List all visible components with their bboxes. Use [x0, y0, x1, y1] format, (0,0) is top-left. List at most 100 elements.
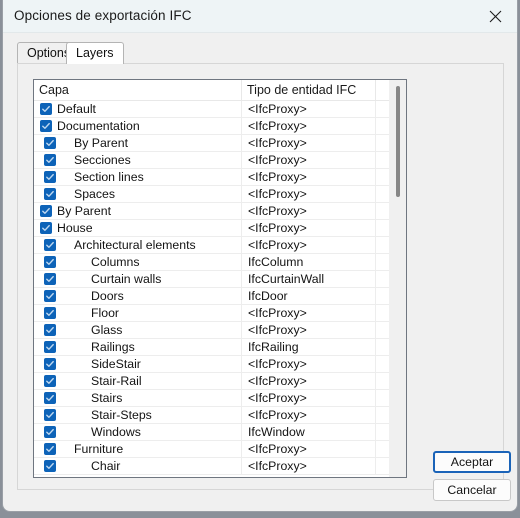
layer-checkbox[interactable]: [44, 341, 56, 353]
ifc-entity-type-cell[interactable]: <IfcProxy>: [242, 356, 376, 372]
layer-checkbox[interactable]: [44, 443, 56, 455]
table-row[interactable]: Furniture <IfcProxy>: [34, 441, 406, 458]
close-button[interactable]: [473, 0, 517, 33]
layer-checkbox[interactable]: [44, 375, 56, 387]
ifc-entity-type-cell[interactable]: <IfcProxy>: [242, 237, 376, 253]
table-row[interactable]: By Parent <IfcProxy>: [34, 135, 406, 152]
column-header-tipo-entidad-ifc[interactable]: Tipo de entidad IFC: [242, 80, 376, 100]
layer-name-label: Stair-Steps: [91, 408, 152, 422]
table-row[interactable]: Doors IfcDoor: [34, 288, 406, 305]
layer-name-label: Doors: [91, 289, 124, 303]
table-row[interactable]: House <IfcProxy>: [34, 220, 406, 237]
ifc-entity-type-cell[interactable]: <IfcProxy>: [242, 322, 376, 338]
ifc-entity-type-cell[interactable]: IfcWindow: [242, 424, 376, 440]
table-row[interactable]: Chair <IfcProxy>: [34, 458, 406, 475]
layer-name-cell: Stair-Steps: [34, 407, 242, 423]
layer-checkbox[interactable]: [40, 103, 52, 115]
layer-name-cell: Railings: [34, 339, 242, 355]
layer-checkbox[interactable]: [44, 358, 56, 370]
layer-checkbox[interactable]: [44, 324, 56, 336]
layer-checkbox[interactable]: [44, 137, 56, 149]
layer-name-cell: Section lines: [34, 169, 242, 185]
ifc-entity-type-cell[interactable]: <IfcProxy>: [242, 441, 376, 457]
layer-name-cell: House: [34, 220, 242, 236]
layer-name-label: Documentation: [57, 119, 140, 133]
layer-name-label: Furniture: [74, 442, 124, 456]
layer-name-cell: By Parent: [34, 203, 242, 219]
layers-grid-body: Default <IfcProxy> Documentation <IfcProxy>…: [34, 101, 406, 477]
layer-checkbox[interactable]: [44, 171, 56, 183]
layer-checkbox[interactable]: [44, 290, 56, 302]
ifc-entity-type-cell[interactable]: <IfcProxy>: [242, 101, 376, 117]
table-row[interactable]: Architectural elements <IfcProxy>: [34, 237, 406, 254]
layer-name-cell: Documentation: [34, 118, 242, 134]
layer-name-label: Windows: [91, 425, 141, 439]
ifc-entity-type-cell[interactable]: <IfcProxy>: [242, 186, 376, 202]
table-row[interactable]: Stair-Steps <IfcProxy>: [34, 407, 406, 424]
layer-checkbox[interactable]: [44, 273, 56, 285]
ifc-entity-type-cell[interactable]: <IfcProxy>: [242, 458, 376, 474]
layer-checkbox[interactable]: [44, 256, 56, 268]
table-row[interactable]: Secciones <IfcProxy>: [34, 152, 406, 169]
ifc-entity-type-cell[interactable]: IfcColumn: [242, 254, 376, 270]
column-header-capa[interactable]: Capa: [34, 80, 242, 100]
table-row[interactable]: Stair-Rail <IfcProxy>: [34, 373, 406, 390]
layers-grid-header: Capa Tipo de entidad IFC: [34, 80, 406, 101]
table-row[interactable]: Spaces <IfcProxy>: [34, 186, 406, 203]
ifc-entity-type-cell[interactable]: <IfcProxy>: [242, 135, 376, 151]
table-row[interactable]: Stairs <IfcProxy>: [34, 390, 406, 407]
table-row[interactable]: Columns IfcColumn: [34, 254, 406, 271]
layer-checkbox[interactable]: [44, 392, 56, 404]
layer-name-cell: Spaces: [34, 186, 242, 202]
ifc-entity-type-cell[interactable]: <IfcProxy>: [242, 407, 376, 423]
ifc-entity-type-cell[interactable]: <IfcProxy>: [242, 118, 376, 134]
layer-name-cell: Columns: [34, 254, 242, 270]
layer-checkbox[interactable]: [40, 205, 52, 217]
table-row[interactable]: Glass <IfcProxy>: [34, 322, 406, 339]
table-row[interactable]: Documentation <IfcProxy>: [34, 118, 406, 135]
table-row[interactable]: SideStair <IfcProxy>: [34, 356, 406, 373]
ifc-entity-type-cell[interactable]: IfcDoor: [242, 288, 376, 304]
layer-checkbox[interactable]: [40, 222, 52, 234]
ifc-entity-type-cell[interactable]: <IfcProxy>: [242, 203, 376, 219]
layer-checkbox[interactable]: [44, 307, 56, 319]
layer-name-cell: Stairs: [34, 390, 242, 406]
layer-name-label: SideStair: [91, 357, 141, 371]
vertical-scrollbar-thumb[interactable]: [396, 86, 400, 197]
ifc-entity-type-cell[interactable]: IfcRailing: [242, 339, 376, 355]
layer-checkbox[interactable]: [40, 120, 52, 132]
ifc-entity-type-cell[interactable]: <IfcProxy>: [242, 220, 376, 236]
vertical-scrollbar[interactable]: [389, 80, 406, 477]
layer-checkbox[interactable]: [44, 460, 56, 472]
ifc-entity-type-cell[interactable]: <IfcProxy>: [242, 390, 376, 406]
layer-checkbox[interactable]: [44, 154, 56, 166]
table-row[interactable]: By Parent <IfcProxy>: [34, 203, 406, 220]
layer-name-label: Columns: [91, 255, 140, 269]
table-row[interactable]: Floor <IfcProxy>: [34, 305, 406, 322]
ifc-entity-type-cell[interactable]: <IfcProxy>: [242, 169, 376, 185]
layer-checkbox[interactable]: [44, 239, 56, 251]
table-row[interactable]: Section lines <IfcProxy>: [34, 169, 406, 186]
ifc-entity-type-cell[interactable]: <IfcProxy>: [242, 152, 376, 168]
cancel-button[interactable]: Cancelar: [433, 479, 511, 501]
layer-checkbox[interactable]: [44, 188, 56, 200]
layer-name-cell: Floor: [34, 305, 242, 321]
layer-name-label: Floor: [91, 306, 120, 320]
table-row[interactable]: Windows IfcWindow: [34, 424, 406, 441]
ifc-entity-type-cell[interactable]: IfcCurtainWall: [242, 271, 376, 287]
layer-checkbox[interactable]: [44, 409, 56, 421]
layer-name-cell: Chair: [34, 458, 242, 474]
layer-checkbox[interactable]: [44, 426, 56, 438]
layer-name-cell: Stair-Rail: [34, 373, 242, 389]
table-row[interactable]: Railings IfcRailing: [34, 339, 406, 356]
layer-name-cell: Default: [34, 101, 242, 117]
layer-name-cell: Doors: [34, 288, 242, 304]
tab-layers[interactable]: Layers: [66, 42, 124, 64]
ifc-entity-type-cell[interactable]: <IfcProxy>: [242, 373, 376, 389]
table-row[interactable]: Default <IfcProxy>: [34, 101, 406, 118]
ifc-entity-type-cell[interactable]: <IfcProxy>: [242, 305, 376, 321]
table-row[interactable]: Curtain walls IfcCurtainWall: [34, 271, 406, 288]
layer-name-cell: Curtain walls: [34, 271, 242, 287]
accept-button[interactable]: Aceptar: [433, 451, 511, 473]
layer-name-cell: SideStair: [34, 356, 242, 372]
